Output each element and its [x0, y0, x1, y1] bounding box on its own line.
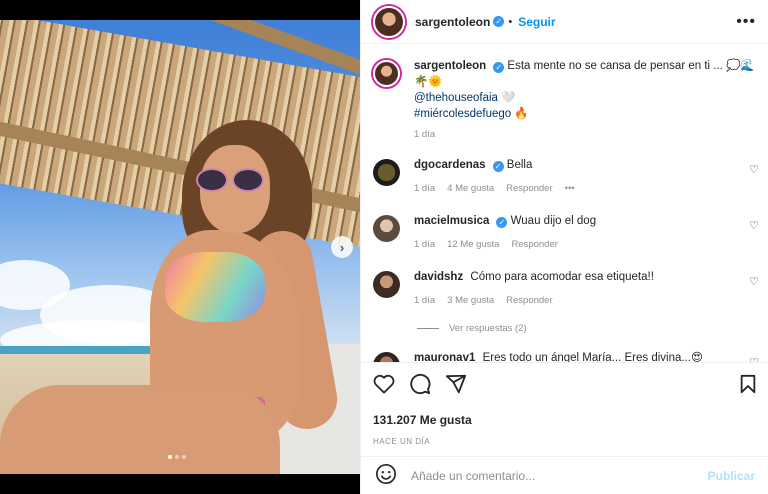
carousel-next-button[interactable]: › — [331, 236, 353, 258]
reply-button[interactable]: Responder — [511, 237, 557, 253]
comment-bubble-icon[interactable] — [409, 373, 431, 398]
avatar[interactable] — [373, 60, 400, 87]
verified-badge-icon: ✓ — [492, 161, 504, 172]
reply-button[interactable]: Responder — [506, 181, 552, 197]
verified-badge-icon: ✓ — [493, 62, 505, 73]
caption-time[interactable]: 1 día — [414, 127, 435, 143]
comments-list[interactable]: sargentoleon ✓ Esta mente no se cansa de … — [361, 44, 768, 362]
verified-badge-icon: ✓ — [496, 217, 508, 228]
reply-button[interactable]: Responder — [506, 293, 552, 309]
comment-likes[interactable]: 3 Me gusta — [447, 293, 494, 309]
like-heart-icon[interactable] — [373, 374, 395, 397]
likes-count[interactable]: 131.207 Me gusta — [373, 413, 757, 427]
carousel-dot — [168, 455, 172, 459]
carousel-dots — [168, 455, 186, 459]
comment-username[interactable]: mauronav1 — [414, 352, 475, 362]
avatar[interactable] — [373, 271, 400, 298]
post-photo[interactable] — [0, 20, 360, 474]
comment-time[interactable]: 1 día — [414, 293, 435, 309]
post-actions: 131.207 Me gusta HACE UN DÍA — [361, 362, 768, 446]
author-username[interactable]: sargentoleon — [415, 15, 490, 29]
view-replies-button[interactable]: Ver respuestas (2) — [417, 323, 768, 334]
comment-like-heart-icon[interactable]: ♡ — [749, 219, 759, 232]
follow-button[interactable]: Seguir — [518, 15, 555, 29]
comment-likes[interactable]: 4 Me gusta — [447, 181, 494, 197]
carousel-dot — [175, 455, 179, 459]
more-options-icon[interactable]: ••• — [736, 13, 756, 31]
verified-badge-icon: ✓ — [493, 16, 505, 27]
save-bookmark-icon[interactable] — [739, 374, 757, 397]
sunglasses — [196, 168, 266, 192]
comment-item: mauronav1 Eres todo un ángel María... Er… — [361, 350, 768, 362]
add-comment-bar: Publicar — [361, 456, 768, 494]
comment-likes[interactable]: 12 Me gusta — [447, 237, 499, 253]
caption-username[interactable]: sargentoleon — [414, 60, 486, 72]
avatar[interactable] — [373, 215, 400, 242]
comment-text: Eres todo un ángel María... Eres divina.… — [482, 352, 703, 362]
emoji-icon[interactable] — [375, 463, 397, 488]
post-sidebar: sargentoleon ✓ • Seguir ••• sargentoleon… — [360, 0, 768, 494]
comment-item: macielmusica ✓ Wuau dijo el dog 1 día 12 … — [361, 213, 768, 253]
publish-button[interactable]: Publicar — [708, 469, 755, 483]
share-paper-plane-icon[interactable] — [445, 373, 467, 398]
post-modal: › sargentoleon ✓ • Seguir ••• sargentole… — [0, 0, 768, 494]
caption-hashtag[interactable]: #miércolesdefuego 🔥 — [414, 106, 757, 122]
avatar[interactable] — [373, 5, 405, 38]
comment-input[interactable] — [411, 468, 708, 483]
comment-time[interactable]: 1 día — [414, 237, 435, 253]
comment-like-heart-icon[interactable]: ♡ — [749, 163, 759, 176]
caption-text: Esta mente no se cansa de pensar en ti .… — [507, 60, 755, 72]
comment-text: Bella — [506, 159, 533, 171]
carousel-dot — [182, 455, 186, 459]
comment-text: Wuau dijo el dog — [510, 215, 597, 227]
caption-text-emoji: 🌴🌞 — [414, 76, 443, 88]
comment-item: dgocardenas ✓ Bella 1 día 4 Me gusta Resp… — [361, 157, 768, 197]
comment-text: Cómo para acomodar esa etiqueta!! — [470, 271, 654, 283]
comment-more-icon[interactable]: ••• — [565, 181, 575, 197]
post-photo-container: › — [0, 0, 360, 494]
post-time[interactable]: HACE UN DÍA — [373, 437, 757, 446]
comment-username[interactable]: macielmusica — [414, 215, 489, 227]
caption: sargentoleon ✓ Esta mente no se cansa de … — [361, 44, 768, 143]
post-header: sargentoleon ✓ • Seguir ••• — [361, 0, 768, 44]
comment-time[interactable]: 1 día — [414, 181, 435, 197]
comment-item: davidshz Cómo para acomodar esa etiqueta… — [361, 269, 768, 309]
comment-like-heart-icon[interactable]: ♡ — [749, 275, 759, 288]
comment-username[interactable]: davidshz — [414, 271, 463, 283]
avatar[interactable] — [373, 159, 400, 186]
avatar[interactable] — [373, 352, 400, 362]
caption-mention[interactable]: @thehouseofaia 🤍 — [414, 90, 757, 106]
comment-username[interactable]: dgocardenas — [414, 159, 486, 171]
